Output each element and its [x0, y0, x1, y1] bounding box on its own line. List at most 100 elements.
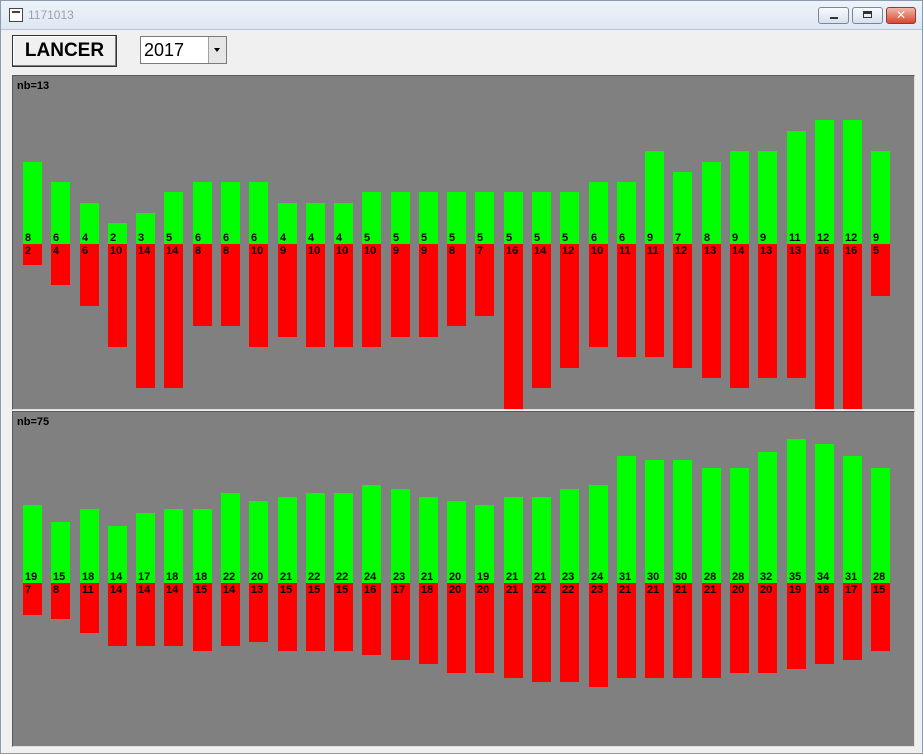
- value-label-green: 30: [675, 571, 688, 583]
- bar-green: [871, 468, 890, 583]
- bar-red: [617, 244, 636, 357]
- value-label-green: 9: [647, 232, 654, 244]
- value-label-green: 23: [562, 571, 575, 583]
- value-label-red: 10: [364, 245, 377, 257]
- bar-red: [136, 244, 155, 388]
- value-label-green: 8: [25, 232, 32, 244]
- value-label-green: 28: [732, 571, 745, 583]
- value-label-red: 15: [280, 584, 293, 596]
- minimize-button[interactable]: [818, 7, 849, 24]
- value-label-green: 22: [223, 571, 236, 583]
- value-label-red: 11: [619, 245, 631, 257]
- value-label-red: 14: [138, 245, 151, 257]
- bar-red: [362, 244, 381, 347]
- value-label-red: 21: [647, 584, 660, 596]
- bar-red: [589, 244, 608, 347]
- maximize-button[interactable]: [852, 7, 883, 24]
- value-label-green: 7: [675, 232, 682, 244]
- value-label-red: 11: [647, 245, 659, 257]
- value-label-red: 10: [110, 245, 123, 257]
- value-label-red: 20: [732, 584, 745, 596]
- value-label-red: 18: [817, 584, 830, 596]
- value-label-green: 32: [760, 571, 773, 583]
- value-label-red: 16: [845, 245, 858, 257]
- value-label-red: 15: [195, 584, 208, 596]
- value-label-green: 5: [364, 232, 371, 244]
- value-label-red: 8: [223, 245, 230, 257]
- value-label-red: 14: [223, 584, 236, 596]
- value-label-green: 28: [704, 571, 717, 583]
- value-label-green: 4: [308, 232, 315, 244]
- value-label-red: 8: [449, 245, 456, 257]
- value-label-green: 6: [223, 232, 230, 244]
- value-label-red: 19: [789, 584, 802, 596]
- bar-red: [787, 244, 806, 378]
- bar-green: [730, 151, 749, 244]
- bar-red: [673, 244, 692, 368]
- value-label-green: 11: [789, 232, 801, 244]
- bar-red: [108, 244, 127, 347]
- value-label-red: 11: [82, 584, 94, 596]
- value-label-red: 13: [704, 245, 717, 257]
- value-label-green: 6: [591, 232, 598, 244]
- value-label-red: 20: [477, 584, 490, 596]
- bar-red: [532, 583, 551, 682]
- bar-green: [645, 151, 664, 244]
- value-label-green: 21: [421, 571, 434, 583]
- chevron-down-icon[interactable]: [208, 37, 226, 63]
- value-label-red: 22: [534, 584, 547, 596]
- bar-red: [730, 244, 749, 388]
- bar-red: [532, 244, 551, 388]
- value-label-green: 4: [280, 232, 287, 244]
- value-label-red: 23: [591, 584, 604, 596]
- title-bar[interactable]: 1171013 ✕: [1, 1, 922, 30]
- bar-red: [702, 583, 721, 678]
- value-label-green: 14: [110, 571, 123, 583]
- bar-red: [391, 244, 410, 337]
- value-label-green: 15: [53, 571, 66, 583]
- value-label-red: 9: [421, 245, 428, 257]
- lancer-button[interactable]: LANCER: [12, 35, 117, 67]
- bar-green: [815, 444, 834, 583]
- year-select[interactable]: 2017: [140, 36, 227, 64]
- bar-green: [843, 456, 862, 583]
- panel-count-label: nb=13: [17, 80, 50, 92]
- value-label-green: 19: [25, 571, 38, 583]
- value-label-red: 4: [53, 245, 60, 257]
- bar-red: [560, 583, 579, 682]
- value-label-red: 12: [562, 245, 575, 257]
- bar-green: [758, 452, 777, 583]
- bar-red: [617, 583, 636, 678]
- app-icon[interactable]: [9, 8, 23, 22]
- chart-panel-1: nb=13 8 2 6 4 4 6 2 10 3 14 5 14 6 8 6 8 6 10 4 9 4 10 4 10 5 10 5…: [12, 75, 915, 410]
- value-label-green: 6: [53, 232, 60, 244]
- bar-green: [645, 460, 664, 583]
- bar-green: [871, 151, 890, 244]
- value-label-red: 15: [308, 584, 321, 596]
- value-label-green: 30: [647, 571, 660, 583]
- bar-green: [334, 493, 353, 583]
- value-label-red: 14: [166, 245, 179, 257]
- bar-red: [419, 244, 438, 337]
- value-label-red: 13: [789, 245, 802, 257]
- value-label-red: 16: [364, 584, 377, 596]
- value-label-red: 17: [845, 584, 858, 596]
- value-label-red: 14: [534, 245, 547, 257]
- value-label-green: 5: [166, 232, 173, 244]
- value-label-red: 10: [251, 245, 264, 257]
- value-label-red: 22: [562, 584, 575, 596]
- value-label-red: 10: [308, 245, 321, 257]
- value-label-green: 20: [449, 571, 462, 583]
- value-label-green: 22: [308, 571, 321, 583]
- bar-red: [815, 244, 834, 409]
- bar-red: [673, 583, 692, 678]
- value-label-green: 9: [873, 232, 880, 244]
- panel-count-label: nb=75: [17, 416, 50, 428]
- value-label-green: 22: [336, 571, 349, 583]
- bar-green: [617, 456, 636, 583]
- bar-green: [787, 439, 806, 583]
- value-label-green: 4: [336, 232, 343, 244]
- value-label-red: 2: [25, 245, 32, 257]
- value-label-green: 31: [619, 571, 632, 583]
- close-button[interactable]: ✕: [886, 7, 916, 24]
